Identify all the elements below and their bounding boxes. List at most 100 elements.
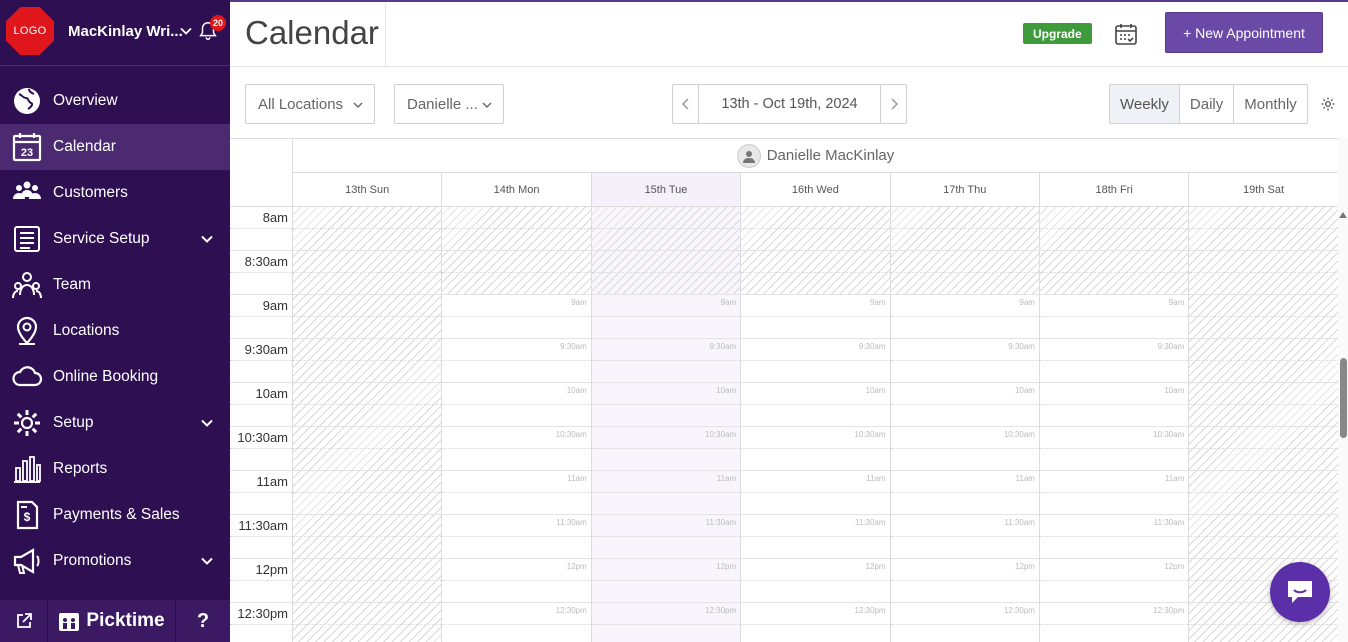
time-cell[interactable]: 10:30am	[1039, 427, 1189, 471]
date-range-label[interactable]: 13th - Oct 19th, 2024	[699, 85, 880, 123]
time-label: 10am	[255, 386, 288, 401]
time-cell[interactable]: 12pm	[741, 559, 890, 603]
staff-select[interactable]: Danielle ...	[394, 84, 504, 124]
time-cell[interactable]: 11:30am	[591, 515, 741, 559]
time-cell[interactable]: 11am	[1039, 471, 1189, 515]
time-cell[interactable]: 10am	[741, 383, 890, 427]
sidebar-item-service-setup[interactable]: Service Setup	[0, 216, 230, 262]
cell-time-label: 12:30pm	[705, 606, 737, 615]
time-cell[interactable]: 11:30am	[741, 515, 890, 559]
sidebar-item-locations[interactable]: Locations	[0, 308, 230, 354]
time-cell[interactable]: 12:30pm	[741, 603, 890, 642]
chevron-down-icon[interactable]	[200, 232, 214, 246]
new-appointment-button[interactable]: + New Appointment	[1165, 12, 1323, 53]
time-cell[interactable]: 11am	[741, 471, 890, 515]
view-monthly-button[interactable]: Monthly	[1234, 85, 1307, 123]
sidebar-item-setup[interactable]: Setup	[0, 400, 230, 446]
business-logo[interactable]: LOGO	[6, 7, 54, 55]
day-header[interactable]: 13th Sun	[292, 173, 441, 206]
day-column[interactable]: 9am 9:30am 10am 10:30am 11am 11:30am 12pm 12:30…	[1038, 207, 1189, 642]
cell-time-label: 12:30pm	[555, 606, 587, 615]
view-weekly-button[interactable]: Weekly	[1110, 85, 1180, 123]
chat-widget-button[interactable]	[1270, 562, 1330, 622]
time-cell	[442, 207, 592, 251]
time-cell[interactable]: 9:30am	[1039, 339, 1189, 383]
business-name[interactable]: MacKinlay Wri...	[68, 23, 183, 40]
time-cell[interactable]: 10am	[890, 383, 1040, 427]
sidebar-item-customers[interactable]: Customers	[0, 170, 230, 216]
time-cell	[293, 207, 442, 251]
day-column[interactable]	[292, 207, 442, 642]
day-header[interactable]: 17th Thu	[889, 173, 1039, 206]
time-cell[interactable]: 12:30pm	[1039, 603, 1189, 642]
view-daily-button[interactable]: Daily	[1180, 85, 1235, 123]
time-cell[interactable]: 12:30pm	[442, 603, 592, 642]
calendar-scrollbar[interactable]	[1338, 138, 1348, 642]
day-header[interactable]: 14th Mon	[441, 173, 590, 206]
time-cell[interactable]: 9am	[741, 295, 890, 339]
sidebar-item-online-booking[interactable]: Online Booking	[0, 354, 230, 400]
help-button[interactable]: ?	[176, 600, 230, 642]
settings-gear-icon[interactable]	[1320, 96, 1336, 112]
time-cell[interactable]: 11:30am	[890, 515, 1040, 559]
sidebar-item-calendar[interactable]: 23 Calendar	[0, 124, 230, 170]
time-cell[interactable]: 12pm	[890, 559, 1040, 603]
time-cell[interactable]: 9:30am	[890, 339, 1040, 383]
prev-week-button[interactable]	[673, 85, 699, 123]
time-cell[interactable]: 9am	[1039, 295, 1189, 339]
time-cell[interactable]: 12:30pm	[591, 603, 741, 642]
time-cell[interactable]: 9:30am	[741, 339, 890, 383]
time-cell[interactable]: 9am	[890, 295, 1040, 339]
sidebar-item-payments-sales[interactable]: $ Payments & Sales	[0, 492, 230, 538]
sidebar-item-promotions[interactable]: Promotions	[0, 538, 230, 584]
time-cell[interactable]: 11am	[442, 471, 592, 515]
calendar-icon: 23	[11, 131, 43, 163]
sidebar-item-overview[interactable]: Overview	[0, 78, 230, 124]
cell-time-label: 9am	[571, 298, 587, 307]
chevron-down-icon[interactable]	[200, 554, 214, 568]
sidebar-item-label: Team	[53, 276, 91, 293]
day-column[interactable]: 9am 9:30am 10am 10:30am 11am 11:30am 12pm 12:30…	[740, 207, 890, 642]
chevron-down-icon[interactable]	[179, 24, 193, 38]
day-column[interactable]: 9am 9:30am 10am 10:30am 11am 11:30am 12pm 12:30…	[441, 207, 592, 642]
time-cell[interactable]: 11am	[591, 471, 741, 515]
day-header[interactable]: 16th Wed	[740, 173, 889, 206]
time-cell[interactable]: 9:30am	[442, 339, 592, 383]
location-select[interactable]: All Locations	[245, 84, 375, 124]
time-cell[interactable]: 12pm	[1039, 559, 1189, 603]
time-cell[interactable]: 11:30am	[442, 515, 592, 559]
date-navigator: 13th - Oct 19th, 2024	[672, 84, 907, 124]
time-cell[interactable]: 11:30am	[1039, 515, 1189, 559]
app-root: LOGO MacKinlay Wri... 20 Overview 23 Calen…	[0, 0, 1348, 642]
scrollbar-thumb[interactable]	[1340, 358, 1347, 438]
time-cell[interactable]: 12:30pm	[890, 603, 1040, 642]
external-link-icon[interactable]	[0, 600, 48, 642]
next-week-button[interactable]	[880, 85, 906, 123]
picktime-brand[interactable]: Picktime	[48, 600, 176, 642]
time-cell[interactable]: 9am	[442, 295, 592, 339]
time-cell[interactable]: 10:30am	[591, 427, 741, 471]
day-header[interactable]: 19th Sat	[1188, 173, 1337, 206]
time-cell[interactable]: 10:30am	[442, 427, 592, 471]
time-cell[interactable]: 10:30am	[741, 427, 890, 471]
time-cell[interactable]: 11am	[890, 471, 1040, 515]
upgrade-button[interactable]: Upgrade	[1023, 23, 1092, 44]
calendar-check-icon[interactable]	[1113, 21, 1139, 47]
chevron-down-icon[interactable]	[200, 416, 214, 430]
time-cell[interactable]: 10am	[591, 383, 741, 427]
time-cell[interactable]: 9:30am	[591, 339, 741, 383]
time-cell[interactable]: 12pm	[591, 559, 741, 603]
time-cell[interactable]: 9am	[591, 295, 741, 339]
day-header[interactable]: 15th Tue	[590, 173, 741, 206]
page-header: Calendar Upgrade + New Appointment	[230, 2, 1348, 68]
scroll-up-arrow-icon[interactable]	[1339, 212, 1347, 218]
day-column[interactable]: 9am 9:30am 10am 10:30am 11am 11:30am 12pm 12:30…	[590, 207, 741, 642]
time-cell[interactable]: 10am	[442, 383, 592, 427]
time-cell[interactable]: 10am	[1039, 383, 1189, 427]
day-column[interactable]: 9am 9:30am 10am 10:30am 11am 11:30am 12pm 12:30…	[889, 207, 1040, 642]
day-header[interactable]: 18th Fri	[1038, 173, 1188, 206]
sidebar-item-reports[interactable]: Reports	[0, 446, 230, 492]
time-cell[interactable]: 12pm	[442, 559, 592, 603]
sidebar-item-team[interactable]: Team	[0, 262, 230, 308]
time-cell[interactable]: 10:30am	[890, 427, 1040, 471]
